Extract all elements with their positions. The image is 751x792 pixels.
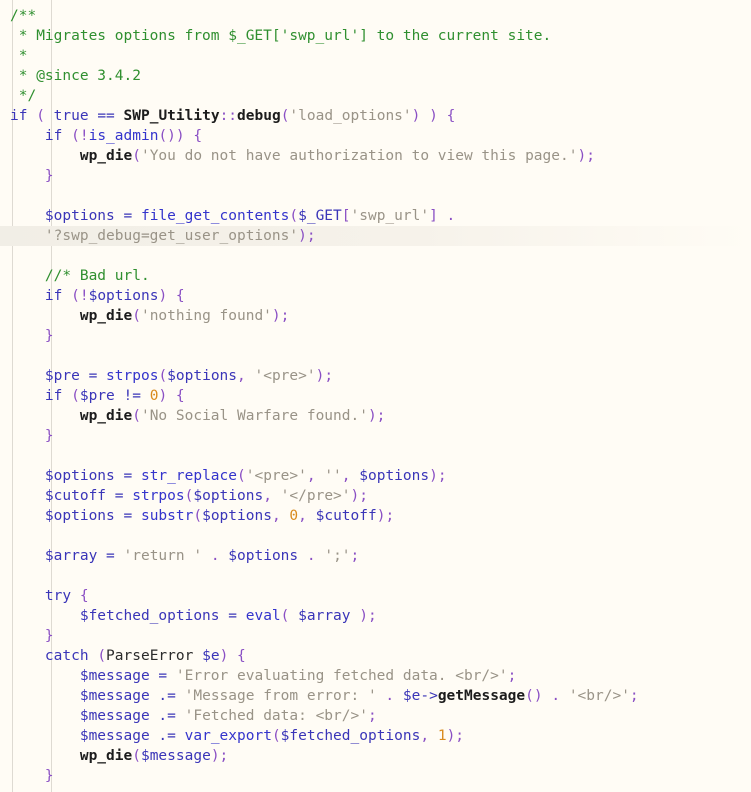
code-line[interactable] (0, 526, 751, 546)
token-variable-cutoff: $cutoff (44, 488, 107, 504)
token-keyword-true: true (53, 108, 89, 124)
token-class-parse-error: ParseError (106, 648, 194, 664)
code-line[interactable]: } (0, 766, 751, 786)
code-line[interactable]: $message .= var_export($fetched_options,… (0, 726, 751, 746)
code-line[interactable]: wp_die('No Social Warfare found.'); (0, 406, 751, 426)
token-function-substr: substr (140, 508, 194, 524)
code-line[interactable]: } (0, 426, 751, 446)
token-comment: * @since 3.4.2 (10, 68, 141, 84)
token-variable-pre: $pre (44, 368, 80, 384)
code-line[interactable]: } (0, 166, 751, 186)
code-line[interactable]: $options = substr($options, 0, $cutoff); (0, 506, 751, 526)
token-method-debug: debug (237, 108, 281, 124)
token-function-var-export: var_export (184, 728, 272, 744)
token-variable-e: $e (202, 648, 220, 664)
code-line[interactable]: '?swp_debug=get_user_options'); (0, 226, 751, 246)
code-line[interactable]: wp_die($message); (0, 746, 751, 766)
code-line[interactable] (0, 186, 751, 206)
token-keyword-catch: catch (44, 648, 89, 664)
token-variable-options: $options (44, 208, 115, 224)
code-line[interactable]: try { (0, 586, 751, 606)
code-line[interactable]: * (0, 46, 751, 66)
code-line[interactable]: /** (0, 6, 751, 26)
code-line[interactable] (0, 346, 751, 366)
token-keyword-if: if (10, 108, 28, 124)
code-line[interactable]: $options = str_replace('<pre>', '', $opt… (0, 466, 751, 486)
code-line[interactable]: } (0, 326, 751, 346)
code-line[interactable]: * @since 3.4.2 (0, 66, 751, 86)
token-function-file-get-contents: file_get_contents (140, 208, 290, 224)
token-function-is-admin: is_admin (88, 128, 159, 144)
code-line[interactable] (0, 446, 751, 466)
code-line[interactable]: wp_die('nothing found'); (0, 306, 751, 326)
code-line[interactable]: if (!$options) { (0, 286, 751, 306)
code-line[interactable]: wp_die('You do not have authorization to… (0, 146, 751, 166)
code-line[interactable]: } (0, 626, 751, 646)
code-editor-surface[interactable]: /** * Migrates options from $_GET['swp_u… (0, 0, 751, 792)
token-comment: * Migrates options from $_GET['swp_url']… (10, 28, 552, 44)
token-variable-array: $array (44, 548, 98, 564)
code-line[interactable]: catch (ParseError $e) { (0, 646, 751, 666)
token-function-strpos: strpos (106, 368, 159, 384)
code-line[interactable]: if ( true == SWP_Utility::debug('load_op… (0, 106, 751, 126)
token-comment-bad-url: //* Bad url. (44, 268, 150, 284)
code-block[interactable]: /** * Migrates options from $_GET['swp_u… (0, 0, 751, 786)
code-line[interactable]: */ (0, 86, 751, 106)
token-variable-fetched-options: $fetched_options (79, 608, 220, 624)
token-comment: * (10, 48, 28, 64)
token-number-one: 1 (437, 728, 447, 744)
token-function-wp-die: wp_die (79, 148, 133, 164)
code-line[interactable]: $pre = strpos($options, '<pre>'); (0, 366, 751, 386)
token-variable-get: $_GET (298, 208, 342, 224)
code-line[interactable]: $array = 'return ' . $options . ';'; (0, 546, 751, 566)
code-line[interactable] (0, 566, 751, 586)
code-line[interactable]: * Migrates options from $_GET['swp_url']… (0, 26, 751, 46)
token-class-swp-utility: SWP_Utility (123, 108, 220, 124)
token-comment: /** (10, 8, 37, 24)
code-line[interactable]: $fetched_options = eval( $array ); (0, 606, 751, 626)
code-line[interactable]: $message = 'Error evaluating fetched dat… (0, 666, 751, 686)
code-line[interactable] (0, 246, 751, 266)
token-method-get-message: getMessage (437, 688, 526, 704)
code-line[interactable]: $cutoff = strpos($options, '</pre>'); (0, 486, 751, 506)
token-variable-message: $message (79, 668, 150, 684)
token-function-eval: eval (245, 608, 281, 624)
code-line[interactable]: $message .= 'Message from error: ' . $e-… (0, 686, 751, 706)
token-comment: */ (10, 88, 37, 104)
code-line[interactable]: if ($pre != 0) { (0, 386, 751, 406)
code-line[interactable]: //* Bad url. (0, 266, 751, 286)
token-keyword-try: try (44, 588, 72, 604)
code-line[interactable]: $options = file_get_contents($_GET['swp_… (0, 206, 751, 226)
token-function-str-replace: str_replace (140, 468, 237, 484)
code-line[interactable]: $message .= 'Fetched data: <br/>'; (0, 706, 751, 726)
code-line[interactable]: if (!is_admin()) { (0, 126, 751, 146)
